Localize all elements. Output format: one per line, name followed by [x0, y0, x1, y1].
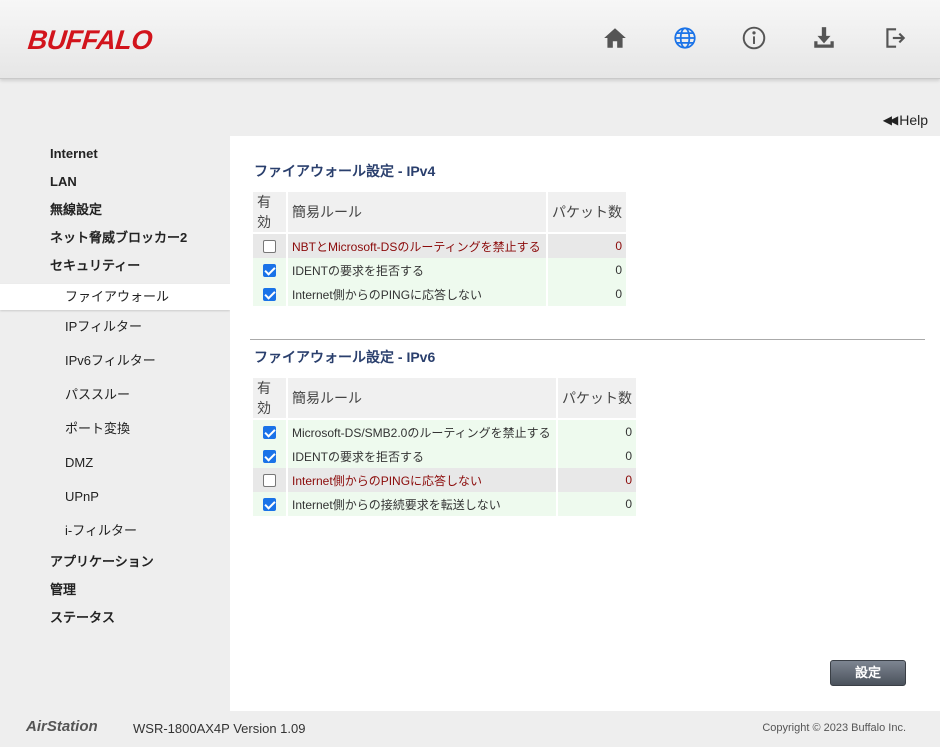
rule-label: IDENTの要求を拒否する	[288, 258, 546, 282]
col-packets: パケット数	[558, 378, 636, 420]
enable-checkbox[interactable]	[263, 474, 276, 488]
sidebar-sub-firewall[interactable]: ファイアウォール	[0, 284, 230, 310]
sidebar-sub-ipv6-filter[interactable]: IPv6フィルター	[0, 344, 230, 378]
sidebar-sub-upnp[interactable]: UPnP	[0, 480, 230, 514]
col-enabled: 有効	[253, 192, 286, 234]
table-row: Internet側からのPINGに応答しない 0	[253, 468, 636, 492]
firmware-version: WSR-1800AX4P Version 1.09	[133, 721, 306, 736]
enable-cell	[253, 258, 286, 282]
logout-icon[interactable]	[879, 22, 911, 54]
sidebar-sub-ip-filter[interactable]: IPフィルター	[0, 310, 230, 344]
enable-cell	[253, 282, 286, 306]
enable-checkbox[interactable]	[263, 240, 276, 254]
table-row: Microsoft-DS/SMB2.0のルーティングを禁止する 0	[253, 420, 636, 444]
rule-label: Internet側からの接続要求を転送しない	[288, 492, 556, 516]
packet-count: 0	[548, 234, 626, 258]
ipv6-rules-table: 有効 簡易ルール パケット数 Microsoft-DS/SMB2.0のルーティン…	[251, 378, 638, 516]
sidebar-sub-dmz[interactable]: DMZ	[0, 446, 230, 480]
enable-cell	[253, 420, 286, 444]
packet-count: 0	[558, 492, 636, 516]
enable-checkbox[interactable]	[263, 288, 276, 302]
rule-label: IDENTの要求を拒否する	[288, 444, 556, 468]
rule-label: NBTとMicrosoft-DSのルーティングを禁止する	[288, 234, 546, 258]
sidebar-sub-port-forward[interactable]: ポート変換	[0, 412, 230, 446]
table-row: IDENTの要求を拒否する 0	[253, 258, 626, 282]
col-rule: 簡易ルール	[288, 192, 546, 234]
enable-cell	[253, 444, 286, 468]
ipv4-rules-table: 有効 簡易ルール パケット数 NBTとMicrosoft-DSのルーティングを禁…	[251, 192, 628, 306]
home-icon[interactable]	[599, 22, 631, 54]
packet-count: 0	[548, 282, 626, 306]
packet-count: 0	[548, 258, 626, 282]
enable-checkbox[interactable]	[263, 426, 276, 440]
sidebar-item-status[interactable]: ステータス	[0, 604, 230, 632]
enable-cell	[253, 468, 286, 492]
table-row: NBTとMicrosoft-DSのルーティングを禁止する 0	[253, 234, 626, 258]
double-left-arrow-icon: ◀◀	[882, 113, 899, 127]
enable-checkbox[interactable]	[263, 264, 276, 278]
packet-count: 0	[558, 468, 636, 492]
enable-checkbox[interactable]	[263, 450, 276, 464]
rule-label: Internet側からのPINGに応答しない	[288, 282, 546, 306]
enable-cell	[253, 492, 286, 516]
globe-icon[interactable]	[669, 22, 701, 54]
sidebar-item-application[interactable]: アプリケーション	[0, 548, 230, 576]
sidebar-sub-i-filter[interactable]: i-フィルター	[0, 514, 230, 548]
col-packets: パケット数	[548, 192, 626, 234]
sidebar-sub-passthrough[interactable]: パススルー	[0, 378, 230, 412]
ipv6-section-title: ファイアウォール設定 - IPv6	[254, 349, 436, 365]
ipv4-section-title: ファイアウォール設定 - IPv4	[254, 163, 436, 179]
sidebar-item-security[interactable]: セキュリティー	[0, 252, 230, 280]
col-rule: 簡易ルール	[288, 378, 556, 420]
table-row: Internet側からの接続要求を転送しない 0	[253, 492, 636, 516]
table-row: IDENTの要求を拒否する 0	[253, 444, 636, 468]
airstation-logo: AirStation	[26, 718, 98, 735]
sidebar-item-wireless[interactable]: 無線設定	[0, 196, 230, 224]
table-row: Internet側からのPINGに応答しない 0	[253, 282, 626, 306]
packet-count: 0	[558, 444, 636, 468]
section-divider	[250, 339, 925, 340]
col-enabled: 有効	[253, 378, 286, 420]
sidebar-item-internet[interactable]: Internet	[0, 140, 230, 168]
packet-count: 0	[558, 420, 636, 444]
rule-label: Internet側からのPINGに応答しない	[288, 468, 556, 492]
copyright-text: Copyright © 2023 Buffalo Inc.	[762, 722, 906, 734]
info-icon[interactable]	[738, 22, 770, 54]
rule-label: Microsoft-DS/SMB2.0のルーティングを禁止する	[288, 420, 556, 444]
help-label: Help	[899, 112, 928, 128]
sidebar-nav: Internet LAN 無線設定 ネット脅威ブロッカー2 セキュリティー ファ…	[0, 140, 230, 632]
buffalo-logo: BUFFALO	[26, 25, 154, 55]
enable-cell	[253, 234, 286, 258]
enable-checkbox[interactable]	[263, 498, 276, 512]
sidebar-item-lan[interactable]: LAN	[0, 168, 230, 196]
help-link[interactable]: ◀◀ Help	[883, 112, 928, 128]
main-panel: ファイアウォール設定 - IPv4 有効 簡易ルール パケット数 NBTとMic…	[230, 136, 940, 711]
save-button[interactable]: 設定	[830, 660, 906, 686]
download-icon[interactable]	[808, 22, 840, 54]
sidebar-item-threat-blocker[interactable]: ネット脅威ブロッカー2	[0, 224, 230, 252]
top-header: BUFFALO	[0, 0, 940, 79]
sidebar-item-admin[interactable]: 管理	[0, 576, 230, 604]
